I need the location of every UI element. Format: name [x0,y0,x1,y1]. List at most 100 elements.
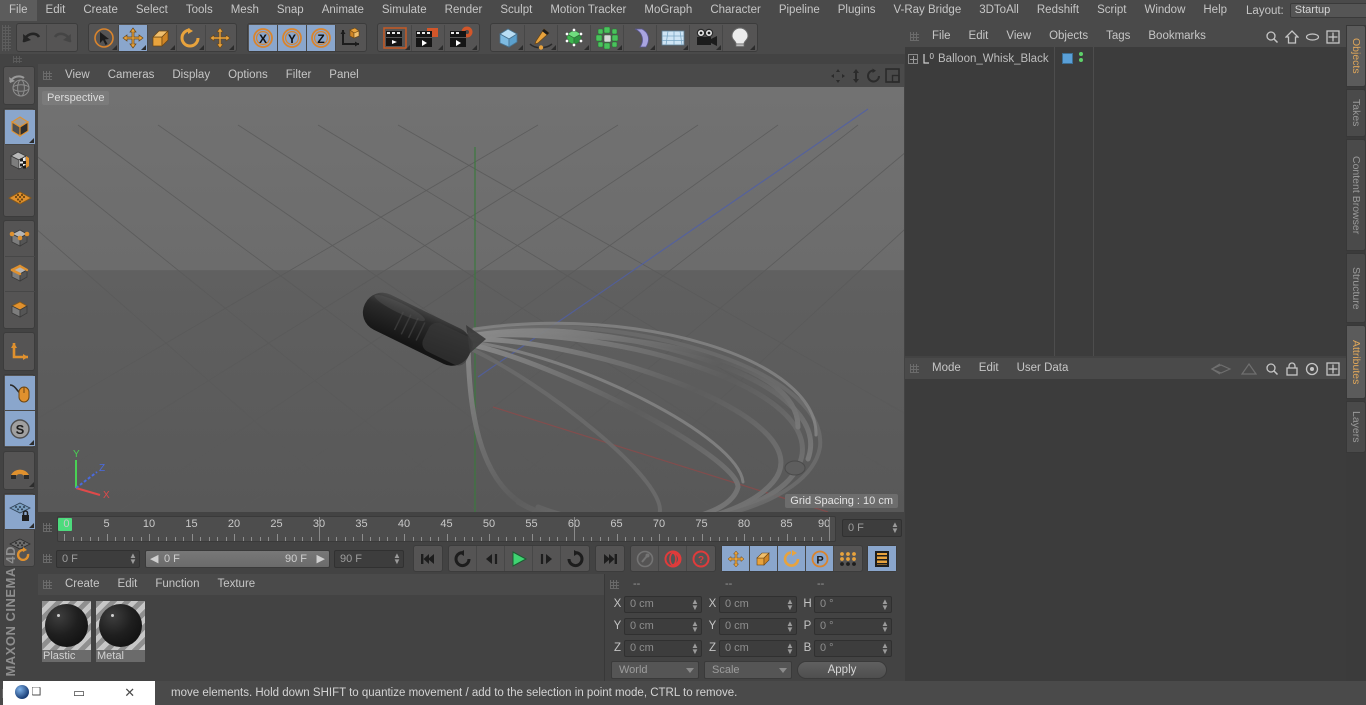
object-manager-grip[interactable] [910,32,919,41]
apply-button[interactable]: Apply [797,661,887,679]
frame-range-slider[interactable]: ◀ 0 F 90 F ▶ [145,549,330,568]
menu-plugins[interactable]: Plugins [829,0,885,21]
light-icon[interactable] [723,25,756,51]
coordinate-system-dropdown[interactable]: World [611,661,699,679]
material-item[interactable]: Metal [96,601,145,675]
close-icon[interactable]: ✕ [104,685,155,701]
menu-animate[interactable]: Animate [313,0,373,21]
coord-field-size-z[interactable]: 0 cm ▲ ▼ [719,639,797,657]
object-name[interactable]: Balloon_Whisk_Black [938,53,1049,65]
coord-field-position-z[interactable]: 0 cm ▲ ▼ [624,639,702,657]
x-axis-icon[interactable]: X [249,24,278,51]
home-icon[interactable] [1285,29,1299,44]
menu-pipeline[interactable]: Pipeline [770,0,829,21]
coord-field-rotation-b[interactable]: 0 ° ▲ ▼ [814,639,892,657]
object-row[interactable]: 0 Balloon_Whisk_Black [905,49,1346,68]
live-selection-icon[interactable] [90,24,119,51]
spinner-icon[interactable]: ▲ ▼ [691,641,699,656]
ellipse-icon[interactable] [1305,32,1320,42]
coord-field-position-y[interactable]: 0 cm ▲ ▼ [624,617,702,635]
move-dynamic-icon[interactable] [206,25,235,51]
step-forward-icon[interactable] [533,546,561,571]
material-menu-edit[interactable]: Edit [109,574,147,595]
side-tab-takes[interactable]: Takes [1346,89,1366,137]
spinner-icon[interactable]: ▲ ▼ [881,619,889,634]
viewport-menu-panel[interactable]: Panel [320,64,367,87]
menu-create[interactable]: Create [74,0,127,21]
range-right-arrow-icon[interactable]: ▶ [317,551,325,567]
point-level-animation-icon[interactable] [834,546,862,571]
menu-redshift[interactable]: Redshift [1028,0,1088,21]
side-tab-objects[interactable]: Objects [1346,25,1366,87]
lock-icon[interactable] [1286,361,1298,376]
side-tab-layers[interactable]: Layers [1346,401,1366,453]
material-preview[interactable] [96,601,145,650]
minimize-icon[interactable]: ▭ [54,685,105,701]
spinner-icon[interactable]: ▲ ▼ [891,520,899,535]
workplane-mode-icon[interactable] [5,180,35,215]
menu-file[interactable]: File [0,0,37,21]
render-settings-icon[interactable] [445,25,478,51]
material-menu-create[interactable]: Create [56,574,109,595]
autokey-icon[interactable] [659,546,687,571]
viewport-menu-filter[interactable]: Filter [277,64,321,87]
menu-snap[interactable]: Snap [268,0,313,21]
material-item[interactable]: Plastic [42,601,91,675]
move-icon[interactable] [119,24,148,51]
key-rotation-icon[interactable] [778,546,806,571]
model-mode-icon[interactable] [5,110,35,145]
menu-motion-tracker[interactable]: Motion Tracker [541,0,635,21]
attributes-menu-edit[interactable]: Edit [970,358,1008,379]
cube-primitive-icon[interactable] [492,24,525,51]
start-frame-field[interactable]: 0 F ▲ ▼ [56,549,140,568]
maximize-view-icon[interactable] [885,68,900,83]
rotate-view-icon[interactable] [866,68,882,84]
y-axis-icon[interactable]: Y [278,24,307,51]
spinner-icon[interactable]: ▲ ▼ [786,597,794,612]
coord-field-rotation-h[interactable]: 0 ° ▲ ▼ [814,595,892,613]
material-preview[interactable] [42,601,91,650]
coordinates-grip[interactable] [610,579,619,589]
object-menu-bookmarks[interactable]: Bookmarks [1139,26,1215,47]
scale-icon[interactable] [148,24,177,51]
material-grip[interactable] [43,580,52,589]
texture-mode-icon[interactable] [5,145,35,180]
end-frame-field[interactable]: 90 F ▲ ▼ [334,549,404,568]
menu-tools[interactable]: Tools [177,0,222,21]
material-menu-texture[interactable]: Texture [208,574,264,595]
axis-modify-icon[interactable] [5,334,35,369]
layers-forward-icon[interactable] [1240,362,1258,376]
rotate-icon[interactable] [177,24,206,51]
viewport-3d[interactable]: Perspective Grid Spacing : 10 cm Y X Z [38,87,904,512]
menu-select[interactable]: Select [127,0,177,21]
current-frame-field[interactable]: 0 F ▲ ▼ [842,518,902,537]
polygon-mode-icon[interactable] [5,292,35,327]
go-to-start-icon[interactable] [414,546,442,571]
world-object-axis-icon[interactable] [336,25,365,51]
nurbs-generator-icon[interactable] [558,24,591,51]
coord-field-rotation-p[interactable]: 0 ° ▲ ▼ [814,617,892,635]
floor-environment-icon[interactable] [657,24,690,51]
render-view-icon[interactable] [379,24,412,51]
key-position-icon[interactable] [722,546,750,571]
search-icon[interactable] [1265,362,1279,376]
render-region-icon[interactable] [412,24,445,51]
array-modeling-icon[interactable] [591,24,624,51]
edge-mode-icon[interactable] [5,257,35,292]
timeline-ruler[interactable]: 051015202530354045505560657075808590 [57,515,836,542]
object-menu-tags[interactable]: Tags [1097,26,1139,47]
loop-playback-icon[interactable] [561,546,589,571]
viewport-menu-options[interactable]: Options [219,64,277,87]
visibility-dots-icon[interactable] [1079,52,1083,62]
play-forward-icon[interactable] [505,546,533,571]
menu-render[interactable]: Render [436,0,492,21]
spinner-icon[interactable]: ▲ ▼ [786,619,794,634]
key-param-icon[interactable]: P [806,546,834,571]
search-icon[interactable] [1265,30,1279,44]
object-menu-objects[interactable]: Objects [1040,26,1097,47]
coordinate-mode-dropdown[interactable]: Scale [704,661,792,679]
enable-axis-mouse-icon[interactable] [5,376,35,411]
menu-simulate[interactable]: Simulate [373,0,436,21]
side-tab-content-browser[interactable]: Content Browser [1346,139,1366,251]
menu-character[interactable]: Character [701,0,770,21]
